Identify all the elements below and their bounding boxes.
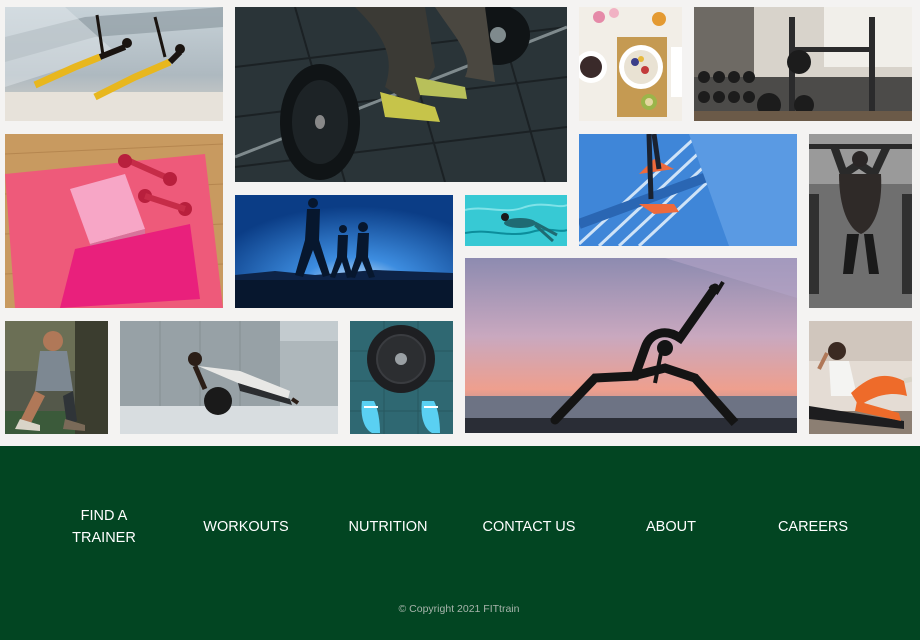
runners-image: [235, 195, 453, 308]
side-plank-image: [5, 7, 223, 121]
photo-barbell-lift[interactable]: [235, 7, 567, 182]
nav-contact-us-link[interactable]: CONTACT US: [474, 516, 584, 538]
gym-rack-image: [694, 7, 912, 121]
photo-gallery: [0, 0, 920, 446]
yoga-sunset-image: [465, 258, 797, 433]
pull-ups-image: [809, 134, 912, 308]
photo-pull-ups[interactable]: [809, 134, 912, 308]
photo-yoga-sunset[interactable]: [465, 258, 797, 433]
nav-careers-link[interactable]: CAREERS: [766, 516, 860, 538]
nav-find-a-trainer-line2: TRAINER: [72, 530, 136, 546]
photo-side-plank-women[interactable]: [5, 7, 223, 121]
photo-shoelace[interactable]: [5, 321, 108, 434]
nav-find-a-trainer-line1: FIND A: [80, 508, 128, 524]
barbell-image: [235, 7, 567, 182]
photo-stairs-run[interactable]: [579, 134, 797, 246]
photo-weight-plate[interactable]: [350, 321, 453, 434]
photo-runners[interactable]: [235, 195, 453, 308]
swimmer-image: [465, 195, 567, 246]
nav-find-a-trainer-link[interactable]: FIND A TRAINER: [58, 505, 150, 549]
nav-workouts-link[interactable]: WORKOUTS: [195, 516, 297, 538]
shoelace-image: [5, 321, 108, 434]
copyright-text: © Copyright 2021 FITtrain: [398, 603, 520, 615]
page: FIND A TRAINER WORKOUTS NUTRITION CONTAC…: [0, 0, 920, 640]
photo-crunches[interactable]: [809, 321, 912, 434]
pushup-ball-image: [120, 321, 338, 434]
photo-yoga-mat[interactable]: [5, 134, 223, 308]
stairs-image: [579, 134, 797, 246]
weight-plate-image: [350, 321, 453, 434]
photo-breakfast[interactable]: [579, 7, 682, 121]
photo-gym-rack[interactable]: [694, 7, 912, 121]
yoga-mat-image: [5, 134, 223, 308]
photo-swimmer[interactable]: [465, 195, 567, 246]
photo-pushup-ball[interactable]: [120, 321, 338, 434]
breakfast-image: [579, 7, 682, 121]
nav-nutrition-link[interactable]: NUTRITION: [338, 516, 438, 538]
nav-about-link[interactable]: ABOUT: [626, 516, 716, 538]
crunches-image: [809, 321, 912, 434]
